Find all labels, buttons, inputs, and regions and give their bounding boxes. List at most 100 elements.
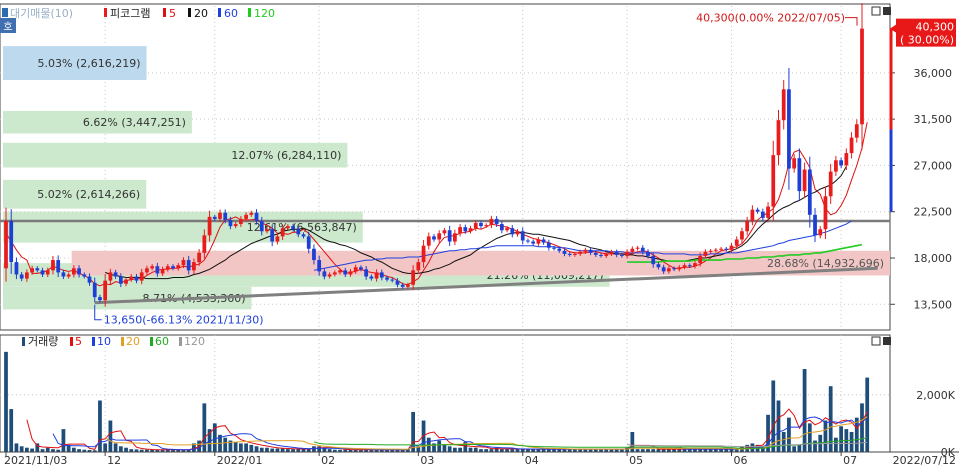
volume-bar — [61, 429, 66, 452]
candle-body — [56, 260, 61, 273]
volume-bar — [275, 448, 280, 452]
candle-body — [416, 262, 421, 271]
candle-body — [520, 231, 525, 241]
candle-body — [442, 230, 447, 234]
candle-body — [77, 268, 81, 275]
candle-body — [432, 236, 436, 240]
candle-body — [541, 239, 546, 243]
candle-body — [207, 216, 212, 236]
price-panel: 36,000 31,500 27,000 22,500 18,000 13,500 5.03… — [0, 3, 956, 331]
candle-body — [92, 282, 97, 298]
candle-body — [839, 160, 844, 166]
volume-bar — [458, 447, 462, 452]
candle-body — [620, 254, 624, 256]
candle-body — [854, 124, 859, 138]
volume-bar — [849, 431, 854, 452]
x-tick-label: 2021/11/03 — [4, 454, 67, 467]
candle-body — [630, 248, 635, 252]
current-price-label: 40,300 — [916, 21, 955, 34]
candle-body — [14, 262, 19, 275]
volume-bar — [813, 440, 817, 452]
candle-body — [338, 270, 342, 273]
volume-bar — [254, 446, 259, 452]
candle-body — [98, 297, 102, 301]
candle-body — [651, 255, 656, 265]
candle-body — [332, 272, 337, 275]
candle-body — [312, 248, 316, 261]
volume-bar — [259, 447, 264, 452]
stock-chart: 36,000 31,500 27,000 22,500 18,000 13,500 5.03… — [0, 3, 959, 467]
volume-legend-ma-marker — [150, 337, 153, 346]
x-tick-label: 04 — [525, 454, 539, 467]
low-annotation: 13,650(-66.13% 2021/11/30) — [104, 314, 264, 327]
x-tick-label: 02 — [321, 454, 335, 467]
candle-body — [760, 211, 765, 218]
candle-body — [546, 242, 551, 248]
candle-body — [463, 227, 468, 232]
high-annotation: 40,300(0.00% 2022/07/05) — [696, 12, 845, 25]
minimize-button — [871, 336, 881, 346]
candle-body — [484, 225, 489, 227]
volume-bar — [792, 446, 797, 452]
candle-body — [661, 267, 666, 272]
candle-body — [254, 212, 259, 221]
x-tick-label: 05 — [629, 454, 643, 467]
candle-body — [369, 276, 374, 279]
candle-body — [118, 276, 123, 284]
candle-body — [197, 252, 202, 263]
legend-ma-marker — [218, 8, 221, 17]
volume-legend-ma-label: 60 — [155, 335, 169, 348]
candle-body — [531, 241, 536, 244]
candle-body — [567, 253, 572, 255]
candle-body — [593, 252, 598, 255]
legend-ma-label: 20 — [194, 7, 208, 20]
volume-bar — [280, 448, 285, 452]
volume-bar — [249, 444, 254, 452]
legend-ma-marker — [248, 8, 251, 17]
candle-body — [479, 223, 483, 227]
candle-body — [646, 251, 650, 256]
candle-body — [233, 224, 238, 227]
candle-body — [687, 265, 692, 267]
volume-bar — [265, 447, 269, 452]
candle-body — [588, 249, 593, 253]
volume-bar — [19, 446, 24, 452]
candle-body — [165, 266, 170, 270]
candle-body — [505, 228, 509, 231]
candle-body — [280, 228, 285, 237]
maximize-button — [883, 7, 891, 15]
candle-body — [285, 226, 290, 229]
legend-marker — [2, 8, 8, 17]
candle-body — [296, 229, 301, 235]
volume-bar — [776, 400, 781, 452]
candle-body — [103, 280, 108, 301]
candle-body — [515, 231, 520, 235]
candle-body — [186, 260, 191, 271]
price-tick-label: 27,000 — [914, 159, 953, 172]
candle-body — [860, 28, 864, 125]
candle-body — [40, 270, 45, 275]
volume-bar — [452, 447, 457, 452]
volume-bar — [124, 447, 128, 452]
candle-body — [437, 233, 442, 240]
candle-body — [301, 234, 306, 237]
candle-body — [400, 284, 405, 287]
volume-bar — [771, 380, 776, 452]
volume-bar — [223, 437, 228, 452]
candle-body — [45, 270, 50, 275]
candle-body — [124, 279, 128, 284]
candle-body — [374, 272, 379, 279]
volume-bar — [839, 426, 844, 452]
candle-body — [494, 218, 499, 225]
x-tick-label: 06 — [734, 454, 748, 467]
volume-bar — [317, 446, 322, 452]
candle-body — [192, 262, 196, 271]
candle-body — [666, 268, 671, 272]
volume-bar — [98, 400, 102, 452]
candle-body — [390, 279, 395, 281]
volume-profile-label: 12.07% (6,284,110) — [231, 149, 341, 162]
candle-body — [353, 267, 358, 272]
candle-body — [4, 220, 8, 269]
price-tick-label: 13,500 — [914, 298, 953, 311]
x-axis: 2021/11/03 12 2022/01 02 03 04 05 06 07 2022/07/1… — [0, 451, 959, 467]
